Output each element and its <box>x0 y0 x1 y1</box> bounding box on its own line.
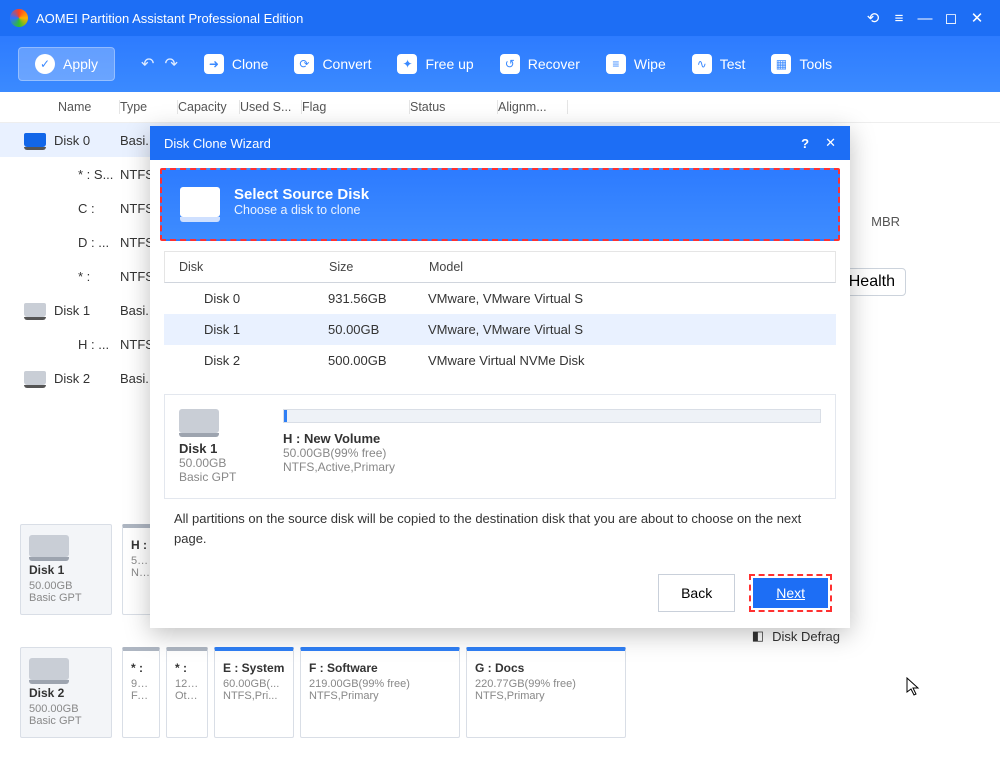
disk2-style: Basic GPT <box>29 715 103 727</box>
check-icon: ✓ <box>35 54 55 74</box>
disk1-size: 50.00GB <box>29 580 103 592</box>
app-title: AOMEI Partition Assistant Professional E… <box>36 11 303 26</box>
pv-part: H : New Volume <box>283 431 821 446</box>
part-card[interactable]: E : System60.00GB(...NTFS,Pri... <box>214 647 294 738</box>
toolbar-tools[interactable]: ▦Tools <box>771 54 832 74</box>
test-label: Test <box>720 56 746 72</box>
toolbar-wipe[interactable]: ≡Wipe <box>606 54 666 74</box>
toolbar-convert[interactable]: ⟳Convert <box>294 54 371 74</box>
disk1-card-row: Disk 1 50.00GB Basic GPT H : 50.00GB(...… <box>20 524 160 615</box>
part-card[interactable]: * :128....Oth... <box>166 647 208 738</box>
disk1-card[interactable]: Disk 1 50.00GB Basic GPT <box>20 524 112 615</box>
help-icon[interactable]: ? <box>801 136 809 151</box>
undo-redo[interactable]: ↶↷ <box>141 54 178 74</box>
disk2-size: 500.00GB <box>29 703 103 715</box>
hd-size[interactable]: Size <box>329 260 429 274</box>
disk2-card-row: Disk 2 500.00GB Basic GPT * :99...FAT...… <box>20 647 626 738</box>
toolbar-recover[interactable]: ↺Recover <box>500 54 580 74</box>
disk1-style: Basic GPT <box>29 592 103 604</box>
wizard-note: All partitions on the source disk will b… <box>174 509 826 548</box>
disk-icon <box>29 535 69 557</box>
toolbar-freeup[interactable]: ✦Free up <box>397 54 473 74</box>
step-sub: Choose a disk to clone <box>234 203 369 217</box>
menu-icon[interactable]: ≡ <box>886 10 912 27</box>
convert-label: Convert <box>322 56 371 72</box>
wipe-label: Wipe <box>634 56 666 72</box>
refresh-icon[interactable]: ⟲ <box>860 9 886 27</box>
clone-label: Clone <box>232 56 269 72</box>
source-disk-row[interactable]: Disk 150.00GBVMware, VMware Virtual S <box>164 314 836 345</box>
minimize-icon[interactable]: — <box>912 10 938 27</box>
p-s1: 50.00GB(... <box>131 555 151 567</box>
disk-icon <box>180 187 220 217</box>
mbr-badge: MBR <box>871 214 900 229</box>
back-button[interactable]: Back <box>658 574 735 612</box>
col-align[interactable]: Alignm... <box>498 100 568 114</box>
column-headers: Name Type Capacity Used S... Flag Status… <box>0 92 1000 123</box>
freeup-label: Free up <box>425 56 473 72</box>
next-highlight: Next <box>749 574 832 612</box>
disk-defrag-link[interactable]: ◧ Disk Defrag <box>752 628 840 644</box>
wizard-step-banner: Select Source Disk Choose a disk to clon… <box>160 168 840 241</box>
disk2-card[interactable]: Disk 2 500.00GB Basic GPT <box>20 647 112 738</box>
apply-label: Apply <box>63 56 98 72</box>
disk-icon <box>179 409 219 433</box>
disk2-name: Disk 2 <box>29 686 103 700</box>
clone-wizard-modal: Disk Clone Wizard ? ✕ Select Source Disk… <box>150 126 850 628</box>
app-logo <box>10 9 28 27</box>
pv-disk: Disk 1 <box>179 441 263 456</box>
hd-disk[interactable]: Disk <box>179 260 329 274</box>
disk1-name: Disk 1 <box>29 563 103 577</box>
toolbar-test[interactable]: ∿Test <box>692 54 746 74</box>
source-disk-row[interactable]: Disk 0931.56GBVMware, VMware Virtual S <box>164 283 836 314</box>
pv-style: Basic GPT <box>179 470 263 484</box>
next-button[interactable]: Next <box>753 578 828 608</box>
col-type[interactable]: Type <box>120 100 178 114</box>
pv-pinfo: 50.00GB(99% free) <box>283 446 821 460</box>
part-card[interactable]: * :99...FAT... <box>122 647 160 738</box>
modal-table-header: Disk Size Model <box>164 251 836 283</box>
disk-icon <box>29 658 69 680</box>
modal-title: Disk Clone Wizard <box>164 136 271 151</box>
titlebar: AOMEI Partition Assistant Professional E… <box>0 0 1000 36</box>
p-s2: NTF... <box>131 567 151 579</box>
source-disk-row[interactable]: Disk 2500.00GBVMware Virtual NVMe Disk <box>164 345 836 376</box>
modal-header: Disk Clone Wizard ? ✕ <box>150 126 850 160</box>
partition-bar[interactable] <box>283 409 821 423</box>
col-status[interactable]: Status <box>410 100 498 114</box>
part-card[interactable]: F : Software219.00GB(99% free)NTFS,Prima… <box>300 647 460 738</box>
col-name[interactable]: Name <box>58 100 120 114</box>
col-capacity[interactable]: Capacity <box>178 100 240 114</box>
toolbar-clone[interactable]: ➜Clone <box>204 54 269 74</box>
close-icon[interactable]: ✕ <box>964 9 990 27</box>
defrag-label: Disk Defrag <box>772 629 840 644</box>
modal-close-icon[interactable]: ✕ <box>825 135 836 151</box>
hd-model[interactable]: Model <box>429 260 821 274</box>
col-used[interactable]: Used S... <box>240 100 302 114</box>
part-card[interactable]: G : Docs220.77GB(99% free)NTFS,Primary <box>466 647 626 738</box>
step-title: Select Source Disk <box>234 186 369 203</box>
pv-size: 50.00GB <box>179 456 263 470</box>
col-flag[interactable]: Flag <box>302 100 410 114</box>
pv-ptype: NTFS,Active,Primary <box>283 460 821 474</box>
disk-preview: Disk 1 50.00GB Basic GPT H : New Volume … <box>164 394 836 499</box>
p-t: H : <box>131 538 151 552</box>
defrag-icon: ◧ <box>752 628 764 644</box>
recover-label: Recover <box>528 56 580 72</box>
tools-label: Tools <box>799 56 832 72</box>
maximize-icon[interactable]: ◻ <box>938 9 964 27</box>
modal-footer: Back Next <box>150 564 850 628</box>
toolbar: ✓ Apply ↶↷ ➜Clone ⟳Convert ✦Free up ↺Rec… <box>0 36 1000 92</box>
apply-button[interactable]: ✓ Apply <box>18 47 115 81</box>
